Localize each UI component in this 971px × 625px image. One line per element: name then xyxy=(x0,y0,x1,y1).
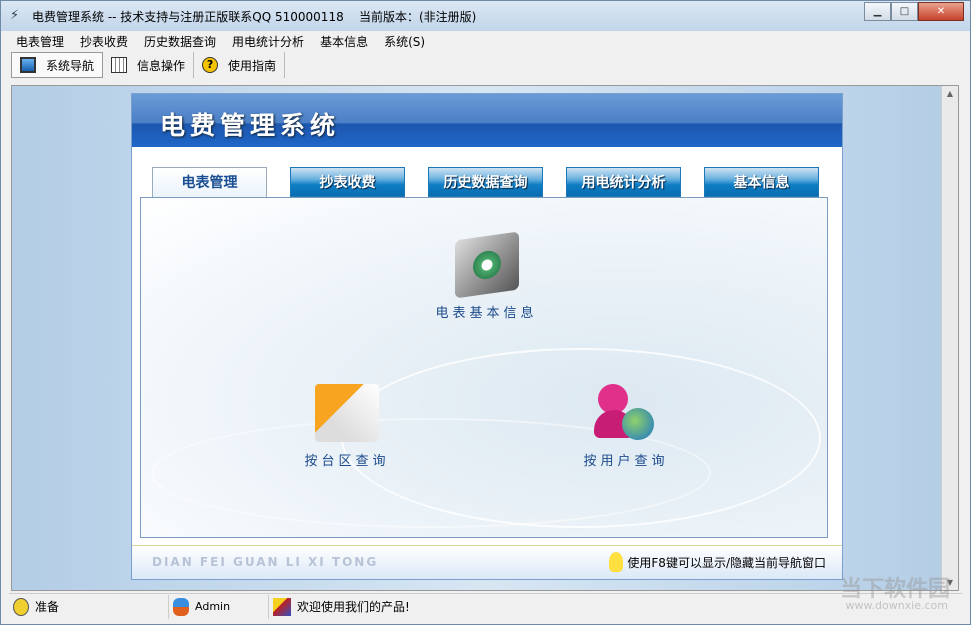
panel-footer: DIAN FEI GUAN LI XI TONG 使用F8键可以显示/隐藏当前导… xyxy=(132,545,842,579)
nav-by-area-label: 按台区查询 xyxy=(304,454,390,469)
status-ready-text: 准备 xyxy=(35,600,60,614)
navigation-area: ▲ ▼ 电费管理系统 电表管理 抄表收费 历史数据查询 用电统计分析 基本信息 电… xyxy=(11,85,959,591)
menu-system[interactable]: 系统(S) xyxy=(376,33,433,50)
app-window: ⚡ 电费管理系统 -- 技术支持与注册正版联系QQ 510000118 当前版本… xyxy=(0,0,971,625)
tab-basic-info[interactable]: 基本信息 xyxy=(704,167,819,197)
status-bar: 准备 Admin 欢迎使用我们的产品! xyxy=(9,593,962,619)
footer-pinyin: DIAN FEI GUAN LI XI TONG xyxy=(152,555,379,569)
footer-hint: 使用F8键可以显示/隐藏当前导航窗口 xyxy=(627,555,826,570)
product-icon xyxy=(273,597,291,616)
nav-by-user[interactable]: 按用户查询 xyxy=(566,384,686,469)
monitor-icon xyxy=(20,57,36,73)
settings-monitor-icon xyxy=(454,231,519,299)
status-user: Admin xyxy=(169,594,269,619)
tab-meter[interactable]: 电表管理 xyxy=(152,167,267,198)
toolbar-nav-button[interactable]: 系统导航 xyxy=(11,52,104,78)
grid-icon xyxy=(111,57,128,73)
lightbulb-icon xyxy=(609,552,624,572)
vertical-scrollbar[interactable]: ▲ ▼ xyxy=(941,86,958,590)
tab-statistics[interactable]: 用电统计分析 xyxy=(566,167,681,197)
nav-meter-info-label: 电表基本信息 xyxy=(435,306,538,321)
tab-history[interactable]: 历史数据查询 xyxy=(428,167,543,197)
banner-title: 电费管理系统 xyxy=(132,94,842,147)
toolbar-nav-label: 系统导航 xyxy=(46,58,95,73)
maximize-button[interactable]: □ xyxy=(891,2,918,21)
navigation-panel: 电费管理系统 电表管理 抄表收费 历史数据查询 用电统计分析 基本信息 电表基本… xyxy=(131,93,843,580)
status-user-text: Admin xyxy=(195,600,231,613)
cubes-icon xyxy=(315,384,379,442)
user-icon xyxy=(173,597,189,616)
close-button[interactable]: ✕ xyxy=(918,2,964,21)
toolbar: 系统导航 信息操作 ? 使用指南 xyxy=(11,52,286,78)
app-icon: ⚡ xyxy=(10,8,20,23)
nav-by-area[interactable]: 按台区查询 xyxy=(297,384,397,469)
menu-statistics[interactable]: 用电统计分析 xyxy=(224,33,312,50)
alert-icon xyxy=(13,597,29,616)
menu-billing[interactable]: 抄表收费 xyxy=(72,33,136,50)
title-bar: ⚡ 电费管理系统 -- 技术支持与注册正版联系QQ 510000118 当前版本… xyxy=(1,1,970,31)
tab-content: 电表基本信息 按台区查询 按用户查询 xyxy=(140,197,828,538)
watermark-url: www.downxie.com xyxy=(845,599,948,612)
minimize-button[interactable]: ▁ xyxy=(864,2,891,21)
menu-meter[interactable]: 电表管理 xyxy=(8,33,72,50)
status-welcome-text: 欢迎使用我们的产品! xyxy=(297,600,410,614)
toolbar-help-label: 使用指南 xyxy=(228,58,277,73)
status-welcome: 欢迎使用我们的产品! xyxy=(269,595,414,619)
help-icon: ? xyxy=(202,57,219,73)
nav-meter-info[interactable]: 电表基本信息 xyxy=(429,231,544,321)
window-title: 电费管理系统 -- 技术支持与注册正版联系QQ 510000118 当前版本：(… xyxy=(32,9,477,24)
toolbar-info-button[interactable]: 信息操作 xyxy=(103,52,195,78)
menu-history[interactable]: 历史数据查询 xyxy=(136,33,224,50)
menu-basic-info[interactable]: 基本信息 xyxy=(312,33,376,50)
toolbar-info-label: 信息操作 xyxy=(137,58,186,73)
menu-bar: 电表管理 抄表收费 历史数据查询 用电统计分析 基本信息 系统(S) xyxy=(8,31,433,51)
user-globe-icon xyxy=(594,384,658,442)
nav-tabs: 电表管理 抄表收费 历史数据查询 用电统计分析 基本信息 xyxy=(152,167,819,198)
tab-billing[interactable]: 抄表收费 xyxy=(290,167,405,197)
toolbar-help-button[interactable]: ? 使用指南 xyxy=(194,52,286,78)
nav-by-user-label: 按用户查询 xyxy=(583,454,669,469)
status-ready: 准备 xyxy=(9,594,169,619)
